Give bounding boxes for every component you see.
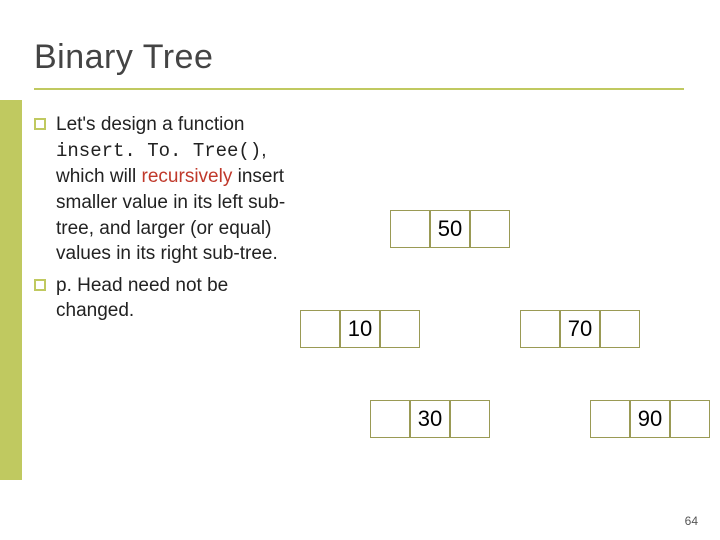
tree-node: 70 — [520, 310, 640, 348]
bullet-text: Let's design a function insert. To. Tree… — [56, 112, 294, 267]
node-value: 10 — [340, 310, 380, 348]
body-text: Let's design a function insert. To. Tree… — [34, 112, 294, 330]
node-ptr-right — [670, 400, 710, 438]
page-title: Binary Tree — [34, 38, 213, 77]
tree-node: 10 — [300, 310, 420, 348]
tree-node-root: 50 — [390, 210, 510, 248]
node-ptr-left — [390, 210, 430, 248]
node-value: 70 — [560, 310, 600, 348]
node-ptr-left — [300, 310, 340, 348]
title-underline — [34, 88, 684, 90]
node-value: 50 — [430, 210, 470, 248]
bullet-icon — [34, 279, 46, 291]
bullet-item: Let's design a function insert. To. Tree… — [34, 112, 294, 267]
bullet-item: p. Head need not be changed. — [34, 273, 294, 324]
node-ptr-right — [380, 310, 420, 348]
slide: Binary Tree Let's design a function inse… — [0, 0, 720, 540]
code-run: insert. To. Tree() — [56, 140, 261, 162]
node-ptr-right — [600, 310, 640, 348]
node-ptr-left — [520, 310, 560, 348]
node-value: 30 — [410, 400, 450, 438]
tree-node: 90 — [590, 400, 710, 438]
tree-node: 30 — [370, 400, 490, 438]
bullet-text: p. Head need not be changed. — [56, 273, 294, 324]
node-value: 90 — [630, 400, 670, 438]
bullet-icon — [34, 118, 46, 130]
node-ptr-right — [450, 400, 490, 438]
text-run: Let's design a function — [56, 114, 244, 135]
node-ptr-right — [470, 210, 510, 248]
page-number: 64 — [685, 514, 698, 528]
tree-diagram: 50 10 70 30 90 — [300, 190, 720, 510]
node-ptr-left — [590, 400, 630, 438]
node-ptr-left — [370, 400, 410, 438]
accent-bar — [0, 100, 22, 480]
text-run: p. Head need not be changed. — [56, 275, 228, 322]
highlight-run: recursively — [142, 166, 233, 187]
